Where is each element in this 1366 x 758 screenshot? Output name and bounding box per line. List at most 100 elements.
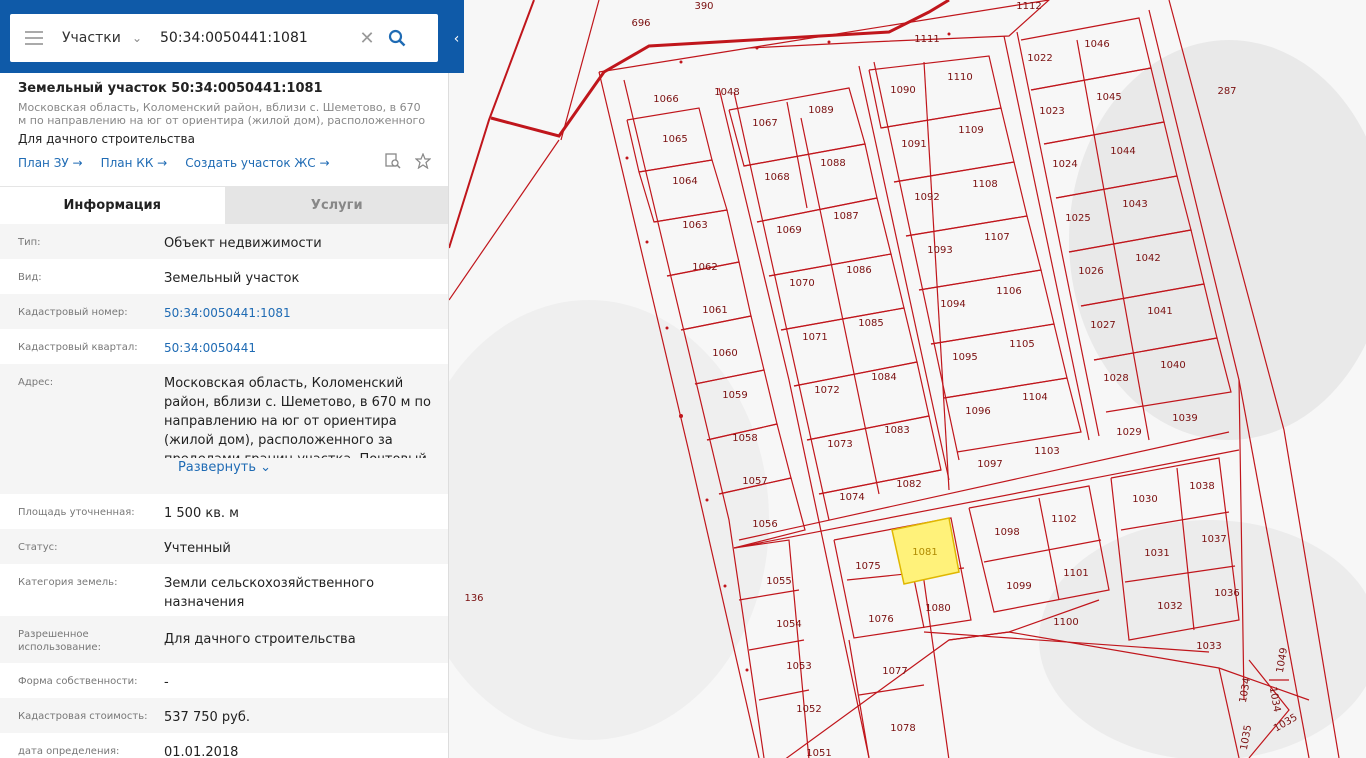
parcel-label-1090[interactable]: 1090 — [890, 85, 915, 96]
parcel-label-1024[interactable]: 1024 — [1052, 159, 1077, 170]
parcel-label-1044[interactable]: 1044 — [1110, 146, 1135, 157]
parcel-label-1042[interactable]: 1042 — [1135, 253, 1160, 264]
parcel-label-1067[interactable]: 1067 — [752, 118, 777, 129]
parcel-label-1104[interactable]: 1104 — [1022, 392, 1047, 403]
collapse-panel-button[interactable]: ‹ — [449, 22, 464, 56]
parcel-label-1032[interactable]: 1032 — [1157, 601, 1182, 612]
parcel-label-1110[interactable]: 1110 — [947, 72, 972, 83]
parcel-label-696[interactable]: 696 — [631, 18, 650, 29]
parcel-label-1106[interactable]: 1106 — [996, 286, 1021, 297]
menu-button[interactable] — [10, 14, 58, 62]
parcel-label-1064[interactable]: 1064 — [672, 176, 697, 187]
parcel-label-1093[interactable]: 1093 — [927, 245, 952, 256]
parcel-label-1094[interactable]: 1094 — [940, 299, 965, 310]
cadastral-number-link[interactable]: 50:34:0050441:1081 — [164, 304, 431, 329]
parcel-label-1025[interactable]: 1025 — [1065, 213, 1090, 224]
parcel-label-1062[interactable]: 1062 — [692, 262, 717, 273]
parcel-label-1028[interactable]: 1028 — [1103, 373, 1128, 384]
parcel-label-1087[interactable]: 1087 — [833, 211, 858, 222]
parcel-label-1108[interactable]: 1108 — [972, 179, 997, 190]
parcel-label-1055[interactable]: 1055 — [766, 576, 791, 587]
parcel-label-1076[interactable]: 1076 — [868, 614, 893, 625]
parcel-label-1086[interactable]: 1086 — [846, 265, 871, 276]
parcel-label-1058[interactable]: 1058 — [732, 433, 757, 444]
parcel-label-1040[interactable]: 1040 — [1160, 360, 1185, 371]
search-document-icon[interactable] — [385, 153, 401, 172]
parcel-label-136[interactable]: 136 — [464, 593, 483, 604]
parcel-label-1069[interactable]: 1069 — [776, 225, 801, 236]
parcel-label-1065[interactable]: 1065 — [662, 134, 687, 145]
parcel-label-390[interactable]: 390 — [694, 1, 713, 12]
parcel-label-1105[interactable]: 1105 — [1009, 339, 1034, 350]
parcel-label-1036[interactable]: 1036 — [1214, 588, 1239, 599]
parcel-label-1052[interactable]: 1052 — [796, 704, 821, 715]
parcel-label-1097[interactable]: 1097 — [977, 459, 1002, 470]
tab-services[interactable]: Услуги — [224, 186, 448, 224]
parcel-label-1103[interactable]: 1103 — [1034, 446, 1059, 457]
parcel-label-1072[interactable]: 1072 — [814, 385, 839, 396]
parcel-label-1096[interactable]: 1096 — [965, 406, 990, 417]
parcel-label-1109[interactable]: 1109 — [958, 125, 983, 136]
parcel-label-1053[interactable]: 1053 — [786, 661, 811, 672]
parcel-label-1048[interactable]: 1048 — [714, 87, 739, 98]
parcel-label-1029[interactable]: 1029 — [1116, 427, 1141, 438]
expand-address-button[interactable]: Развернуть ⌄ — [18, 458, 431, 479]
search-input[interactable] — [150, 30, 355, 46]
parcel-label-1073[interactable]: 1073 — [827, 439, 852, 450]
tab-information[interactable]: Информация — [0, 186, 225, 224]
create-parcel-link[interactable]: Создать участок ЖС → — [185, 156, 329, 170]
parcel-label-1056[interactable]: 1056 — [752, 519, 777, 530]
parcel-label-1088[interactable]: 1088 — [820, 158, 845, 169]
parcel-label-1112[interactable]: 1112 — [1016, 1, 1041, 12]
parcel-label-1092[interactable]: 1092 — [914, 192, 939, 203]
search-button[interactable] — [379, 14, 415, 62]
parcel-label-1071[interactable]: 1071 — [802, 332, 827, 343]
parcel-label-1091[interactable]: 1091 — [901, 139, 926, 150]
parcel-label-1059[interactable]: 1059 — [722, 390, 747, 401]
parcel-label-1111[interactable]: 1111 — [914, 34, 939, 45]
star-icon[interactable] — [414, 152, 432, 172]
clear-search-button[interactable]: ✕ — [355, 28, 379, 49]
parcel-label-1023[interactable]: 1023 — [1039, 106, 1064, 117]
search-type-select[interactable]: Участки ⌄ — [58, 30, 150, 46]
parcel-label-1098[interactable]: 1098 — [994, 527, 1019, 538]
parcel-label-1074[interactable]: 1074 — [839, 492, 864, 503]
parcel-label-1031[interactable]: 1031 — [1144, 548, 1169, 559]
parcel-label-1085[interactable]: 1085 — [858, 318, 883, 329]
parcel-label-1063[interactable]: 1063 — [682, 220, 707, 231]
parcel-label-1068[interactable]: 1068 — [764, 172, 789, 183]
parcel-label-1038[interactable]: 1038 — [1189, 481, 1214, 492]
parcel-label-1046[interactable]: 1046 — [1084, 39, 1109, 50]
parcel-label-1033[interactable]: 1033 — [1196, 641, 1221, 652]
parcel-label-1057[interactable]: 1057 — [742, 476, 767, 487]
parcel-label-1083[interactable]: 1083 — [884, 425, 909, 436]
parcel-label-1061[interactable]: 1061 — [702, 305, 727, 316]
parcel-label-1099[interactable]: 1099 — [1006, 581, 1031, 592]
parcel-label-1051[interactable]: 1051 — [806, 748, 831, 758]
parcel-label-1078[interactable]: 1078 — [890, 723, 915, 734]
parcel-label-1043[interactable]: 1043 — [1122, 199, 1147, 210]
parcel-label-1080[interactable]: 1080 — [925, 603, 950, 614]
parcel-label-1082[interactable]: 1082 — [896, 479, 921, 490]
parcel-label-1022[interactable]: 1022 — [1027, 53, 1052, 64]
parcel-label-1054[interactable]: 1054 — [776, 619, 801, 630]
parcel-label-1027[interactable]: 1027 — [1090, 320, 1115, 331]
parcel-label-1100[interactable]: 1100 — [1053, 617, 1078, 628]
parcel-label-1084[interactable]: 1084 — [871, 372, 896, 383]
parcel-label-1041[interactable]: 1041 — [1147, 306, 1172, 317]
parcel-label-1107[interactable]: 1107 — [984, 232, 1009, 243]
parcel-label-1081[interactable]: 1081 — [912, 547, 937, 558]
parcel-map-canvas[interactable]: 696 390 1112 1111 1022 1046 1066 1048 1089 1090 11… — [449, 0, 1366, 758]
parcel-label-1037[interactable]: 1037 — [1201, 534, 1226, 545]
plan-kk-link[interactable]: План КК → — [101, 156, 168, 170]
parcel-label-1077[interactable]: 1077 — [882, 666, 907, 677]
parcel-label-1070[interactable]: 1070 — [789, 278, 814, 289]
parcel-label-1045[interactable]: 1045 — [1096, 92, 1121, 103]
cadastral-quarter-link[interactable]: 50:34:0050441 — [164, 339, 431, 364]
parcel-label-1066[interactable]: 1066 — [653, 94, 678, 105]
parcel-label-1089[interactable]: 1089 — [808, 105, 833, 116]
parcel-label-287[interactable]: 287 — [1217, 86, 1236, 97]
parcel-label-1039[interactable]: 1039 — [1172, 413, 1197, 424]
parcel-label-1075[interactable]: 1075 — [855, 561, 880, 572]
parcel-label-1095[interactable]: 1095 — [952, 352, 977, 363]
